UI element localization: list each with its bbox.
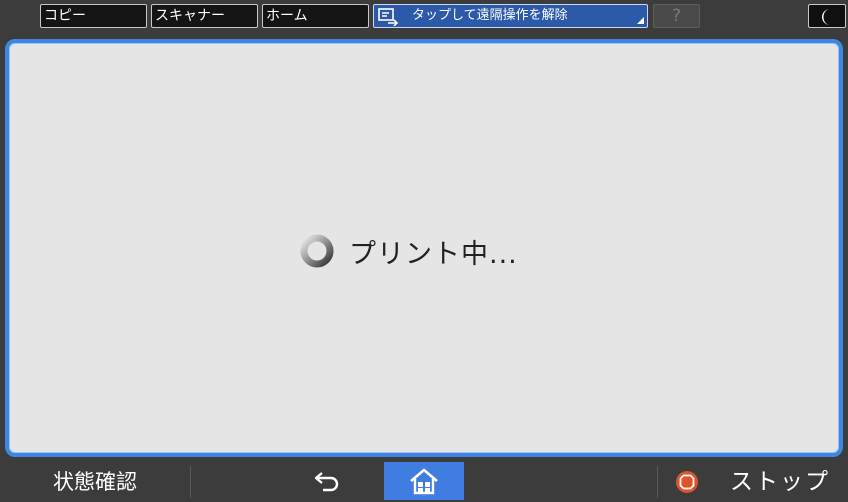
home-icon [410,468,438,495]
status-text: プリント中... [349,238,518,270]
remote-operation-icon [378,8,400,27]
print-status: プリント中... [299,231,518,271]
energy-saver-button[interactable] [808,4,846,28]
back-button[interactable] [298,462,358,500]
tab-copy[interactable]: コピー [40,4,147,28]
main-panel: プリント中... [5,39,843,457]
remote-operation-label: タップして遠隔操作を解除 [412,8,568,23]
moon-icon [822,9,830,25]
divider [190,466,191,498]
home-button[interactable] [384,462,464,500]
help-button[interactable]: ? [653,4,700,28]
tab-home[interactable]: ホーム [262,4,369,28]
back-arrow-icon [314,472,339,492]
top-bar: コピー スキャナー ホーム タップして遠隔操作を解除 ? [0,0,848,36]
remote-operation-button[interactable]: タップして遠隔操作を解除 [373,4,648,28]
loading-spinner-icon [300,234,334,268]
bottom-bar: 状態確認 ストップ [0,462,848,500]
stop-icon [676,471,698,493]
stop-button[interactable]: ストップ [660,462,848,500]
divider [657,466,658,498]
stop-label: ストップ [730,469,830,495]
tab-scanner[interactable]: スキャナー [151,4,258,28]
status-check-button[interactable]: 状態確認 [0,462,190,500]
dropdown-corner-icon [637,17,644,24]
